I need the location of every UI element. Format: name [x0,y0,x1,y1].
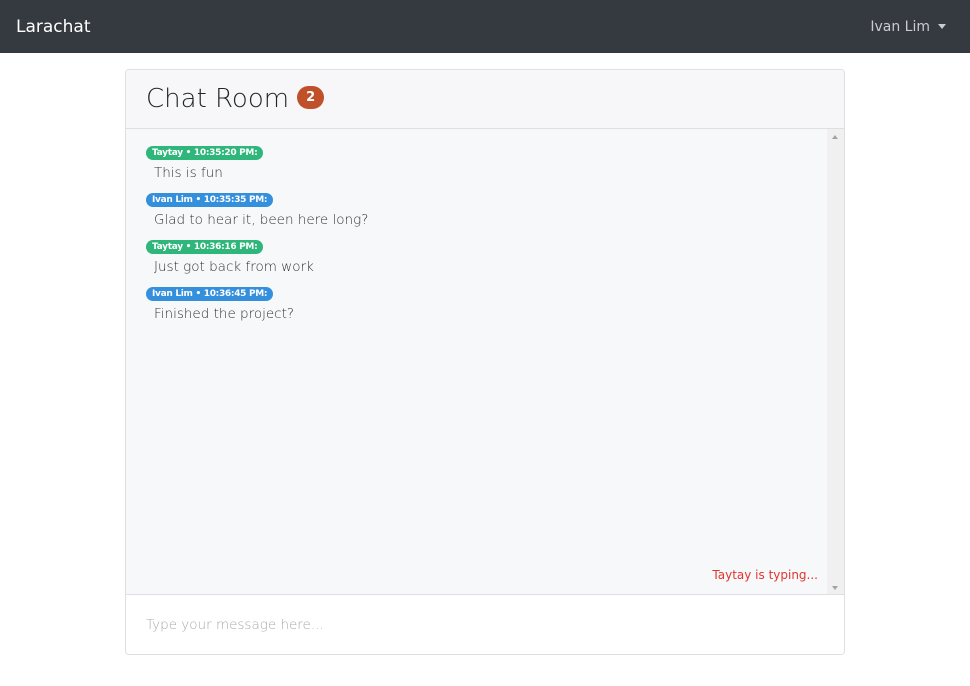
message-item: Ivan Lim • 10:36:45 PM: Finished the proj… [146,281,824,322]
navbar: Larachat Ivan Lim [0,0,970,53]
sender-badge: Taytay • 10:35:20 PM: [146,146,264,160]
message-list: Taytay • 10:35:20 PM: This is fun Ivan Li… [126,129,844,596]
sender-badge: Ivan Lim • 10:36:45 PM: [146,287,274,301]
sender-badge: Ivan Lim • 10:35:35 PM: [146,193,274,207]
message-input-area [126,594,844,654]
user-name: Ivan Lim [870,18,930,35]
message-text: Finished the project? [154,306,295,322]
chat-header: Chat Room 2 [126,70,844,129]
typing-indicator: Taytay is typing... [712,568,818,582]
scroll-down-icon[interactable] [832,586,838,590]
user-dropdown[interactable]: Ivan Lim [870,19,946,35]
user-count-badge: 2 [297,85,325,109]
message-text: Just got back from work [154,259,314,275]
message-text: Glad to hear it, been here long? [154,212,369,228]
message-input[interactable] [126,595,844,654]
message-text: This is fun [154,165,223,181]
brand-link[interactable]: Larachat [16,17,91,37]
sender-badge: Taytay • 10:36:16 PM: [146,240,264,254]
scroll-up-icon[interactable] [832,135,838,139]
page-title: Chat Room [146,84,290,114]
message-item: Ivan Lim • 10:35:35 PM: Glad to hear it, … [146,187,824,228]
chat-card: Chat Room 2 Taytay • 10:35:20 PM: This is… [125,69,845,655]
message-item: Taytay • 10:35:20 PM: This is fun [146,140,824,181]
message-item: Taytay • 10:36:16 PM: Just got back from … [146,234,824,275]
caret-down-icon [938,24,946,29]
scrollbar[interactable] [827,129,844,596]
